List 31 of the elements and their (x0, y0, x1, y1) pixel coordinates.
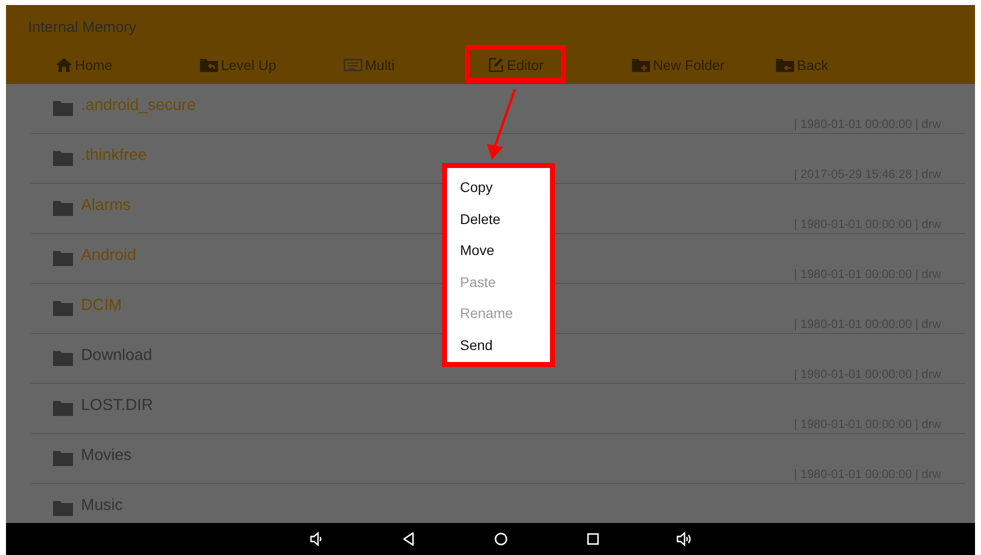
toolbar-button[interactable]: Multi (321, 45, 417, 83)
folder-icon (53, 100, 73, 116)
folder-icon (53, 150, 73, 166)
toolbar-button[interactable]: Back (753, 45, 850, 83)
folder-plus-icon (631, 57, 651, 73)
annotation-arrow (487, 89, 516, 160)
menu-item[interactable]: Move (447, 235, 550, 267)
folder-icon (53, 250, 73, 266)
folder-arrow-icon (775, 57, 795, 73)
folder-name: DCIM (81, 297, 122, 315)
window-title: Internal Memory (27, 18, 138, 38)
toolbar-button[interactable]: Level Up (177, 45, 298, 83)
folder-icon (53, 450, 73, 466)
folder-icon (53, 400, 73, 416)
folder-arrow-icon (199, 57, 219, 73)
toolbar-button[interactable]: Home (33, 45, 134, 83)
menu-item[interactable]: Delete (447, 204, 550, 236)
list-box-icon (343, 57, 363, 73)
folder-name: .android_secure (81, 97, 196, 115)
home-icon (55, 57, 73, 73)
folder-icon (53, 200, 73, 216)
folder-icon (53, 300, 73, 316)
edit-icon (487, 57, 505, 73)
folder-icon (53, 350, 73, 366)
folder-icon (53, 500, 73, 516)
toolbar-button[interactable]: Editor (465, 45, 566, 83)
home-icon[interactable] (492, 531, 510, 547)
folder-name: .thinkfree (81, 147, 147, 165)
folder-name: Android (81, 247, 136, 265)
folder-name: Alarms (81, 197, 131, 215)
toolbar-button[interactable]: New Folder (609, 45, 747, 83)
